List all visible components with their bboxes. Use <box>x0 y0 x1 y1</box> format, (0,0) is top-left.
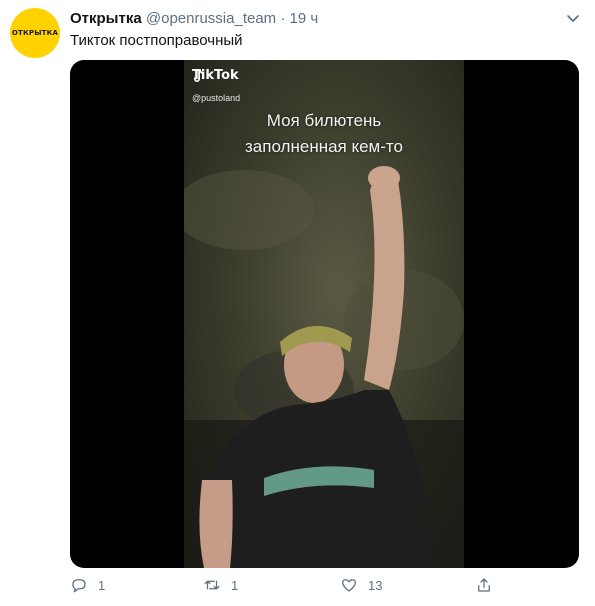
video-caption-line-2: заполненная кем-то <box>245 137 403 156</box>
separator-dot: · <box>280 10 286 27</box>
tiktok-note-icon <box>194 69 204 82</box>
like-count: 13 <box>368 577 383 593</box>
retweet-icon <box>204 580 220 590</box>
like-button[interactable]: 13 <box>340 576 382 594</box>
user-handle[interactable]: @openrussia_team <box>146 10 276 27</box>
tweet-header: Открытка @openrussia_team · 19 ч <box>70 10 318 28</box>
reply-count: 1 <box>98 577 106 593</box>
video-caption-line-1: Моя билютень <box>266 111 382 130</box>
chevron-down-icon[interactable] <box>565 10 581 26</box>
share-icon <box>478 578 490 592</box>
reply-icon <box>72 579 86 593</box>
tweet-text: Тикток постпоправочный <box>70 32 243 49</box>
avatar-logo-text: ОТКРЫТКА <box>11 29 59 37</box>
tweet-actions: 1 1 13 <box>70 574 579 600</box>
retweet-button[interactable]: 1 <box>203 576 238 594</box>
heart-icon <box>341 579 357 592</box>
reply-button[interactable]: 1 <box>70 576 105 594</box>
retweet-count: 1 <box>231 577 239 593</box>
tweet: ОТКРЫТКА Открытка @openrussia_team · 19 … <box>0 0 595 606</box>
tiktok-watermark: TikTok <box>192 68 239 83</box>
tiktok-username: @pustoland <box>192 93 241 103</box>
avatar[interactable]: ОТКРЫТКА <box>10 8 60 58</box>
video-player[interactable]: TikTok @pustoland Моя билютень заполненн… <box>70 60 579 568</box>
tweet-timestamp[interactable]: 19 ч <box>290 10 319 27</box>
display-name[interactable]: Открытка <box>70 10 142 27</box>
share-button[interactable] <box>475 576 493 594</box>
video-frame[interactable]: TikTok @pustoland Моя билютень заполненн… <box>184 60 464 568</box>
